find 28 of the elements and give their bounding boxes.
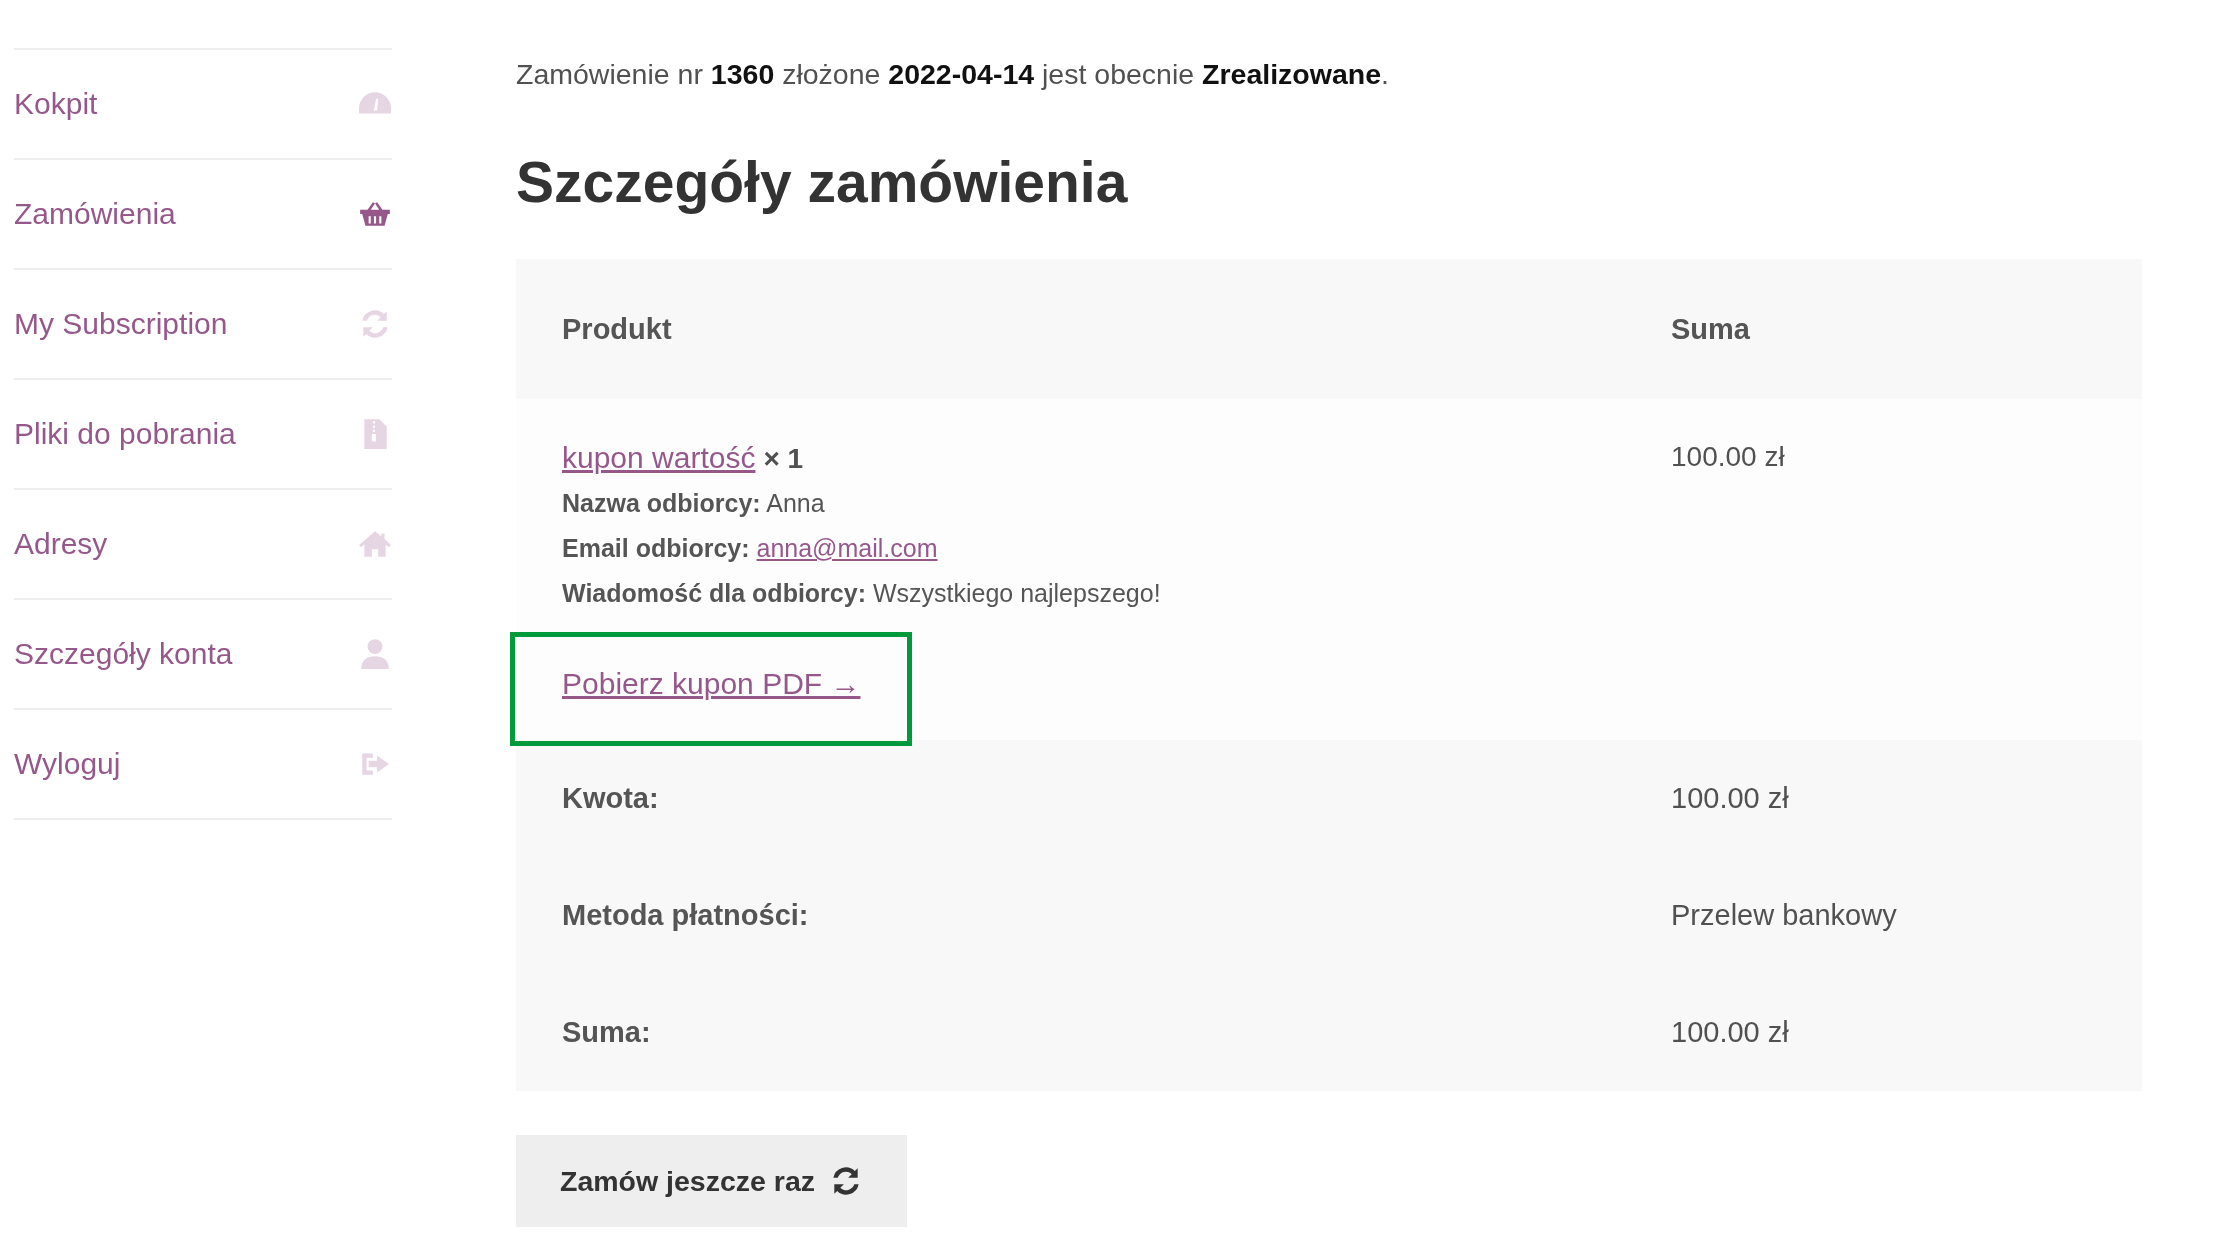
meta-value: Wszystkiego najlepszego!: [872, 579, 1161, 607]
sidebar-item[interactable]: My Subscription: [14, 307, 228, 341]
product-link[interactable]: kupon wartość: [562, 441, 756, 475]
meta-label: Email odbiorcy:: [562, 534, 750, 562]
sidebar-item[interactable]: Wyloguj: [14, 747, 121, 781]
total-label: Metoda płatności:: [516, 857, 1625, 974]
sidebar-item[interactable]: Szczegóły konta: [14, 637, 233, 671]
total-value: Przelew bankowy: [1625, 857, 2142, 974]
sidebar-item[interactable]: Zamówienia: [14, 197, 176, 231]
meta-label: Nazwa odbiorcy:: [562, 489, 761, 517]
meta-value: Anna: [766, 489, 825, 517]
order-again-button[interactable]: Zamów jeszcze raz: [516, 1135, 908, 1227]
meta-label: Wiadomość dla odbiorcy:: [562, 579, 866, 607]
total-label: Suma:: [516, 974, 1625, 1091]
total-value: 100.00 zł: [1625, 974, 2142, 1091]
download-link[interactable]: Pobierz kupon PDF →: [562, 667, 861, 700]
product-total: 100.00 zł: [1671, 441, 1785, 472]
total-value: 100.00 zł: [1625, 740, 2142, 857]
column-header: Suma: [1625, 259, 2142, 399]
email-link[interactable]: anna@mail.com: [756, 534, 938, 562]
total-label: Kwota:: [516, 740, 1625, 857]
sidebar-item[interactable]: Adresy: [14, 527, 108, 561]
product-quantity: × 1: [763, 443, 804, 475]
page-heading: Szczegóły zamówienia: [516, 149, 1129, 215]
sidebar-item[interactable]: Kokpit: [14, 87, 98, 121]
column-header: Produkt: [516, 259, 1625, 399]
order-notice: Zamówienie nr 1360 złożone 2022-04-14 jest obecnie Zrealizowane.: [516, 58, 1390, 91]
sidebar-item[interactable]: Pliki do pobrania: [14, 417, 236, 451]
